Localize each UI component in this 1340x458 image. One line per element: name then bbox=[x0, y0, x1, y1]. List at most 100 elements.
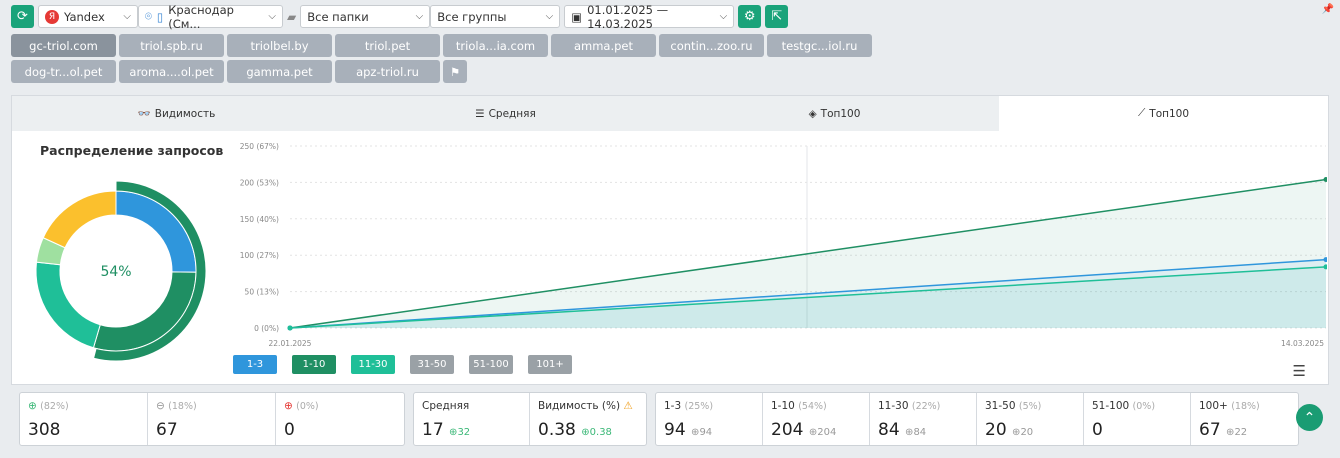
location-icon: ⌾ bbox=[145, 9, 152, 23]
tab-top100-dynamics[interactable]: ⟋ Топ100 bbox=[999, 96, 1328, 131]
x-tick-label: 22.01.2025 bbox=[269, 339, 312, 348]
site-tag[interactable]: apz-triol.ru bbox=[335, 60, 440, 83]
warning-icon: ⚠ bbox=[623, 400, 633, 412]
site-tag[interactable]: aroma....ol.pet bbox=[119, 60, 224, 83]
stat-cell: 11-30 (22%) 84 ⊕84 bbox=[870, 393, 977, 445]
stat-delta: 94 bbox=[699, 427, 713, 438]
tabs: 👓 Видимость ☰ Средняя ◈ Топ100 ⟋ Топ100 bbox=[12, 96, 1328, 131]
site-tag[interactable]: triol.pet bbox=[335, 34, 440, 57]
layers-icon: ◈ bbox=[808, 107, 817, 120]
tab-label: Средняя bbox=[488, 107, 536, 120]
flag-button[interactable]: ⚑ bbox=[443, 60, 467, 83]
refresh-button[interactable]: ⟳ bbox=[11, 5, 34, 28]
stat-cell: 1-10 (54%) 204 ⊕204 bbox=[763, 393, 870, 445]
tab-average[interactable]: ☰ Средняя bbox=[341, 96, 670, 131]
chevron-down-icon: ⌵ bbox=[123, 11, 131, 22]
stat-label: Средняя bbox=[422, 400, 470, 412]
site-tag[interactable]: amma.pet bbox=[551, 34, 656, 57]
stat-cell: ⊖ (18%) 67 bbox=[148, 393, 276, 445]
legend-item-1-3[interactable]: 1-3 bbox=[233, 355, 277, 374]
stat-label: 11-30 bbox=[878, 400, 909, 412]
stat-cell: 31-50 (5%) 20 ⊕20 bbox=[977, 393, 1084, 445]
stat-pct: (82%) bbox=[40, 401, 69, 412]
site-tag[interactable]: triolbel.by bbox=[227, 34, 332, 57]
stat-pct: (0%) bbox=[296, 401, 319, 412]
chart-menu-icon[interactable]: ☰ bbox=[1293, 362, 1306, 380]
donut-chart: 54% bbox=[35, 180, 207, 362]
stat-cell: Видимость (%) ⚠ 0.38 ⊕0.38 bbox=[530, 393, 646, 445]
donut-segment-1-10[interactable] bbox=[92, 271, 197, 352]
tab-visibility[interactable]: 👓 Видимость bbox=[12, 96, 341, 131]
tab-label: Видимость bbox=[154, 107, 216, 120]
site-tag[interactable]: dog-tr...ol.pet bbox=[11, 60, 116, 83]
site-tag[interactable]: triola...ia.com bbox=[443, 34, 548, 57]
stat-label: 100+ bbox=[1199, 400, 1228, 412]
groups-select[interactable]: Все группы ⌵ bbox=[430, 5, 561, 28]
legend-item-101+[interactable]: 101+ bbox=[528, 355, 572, 374]
y-tick-label: 200 (53%) bbox=[240, 178, 279, 187]
pin-icon[interactable]: 📌 bbox=[1322, 4, 1334, 15]
status-group: ⊕ (82%) 308 ⊖ (18%) 67 ⊕ (0%) 0 bbox=[19, 392, 405, 446]
stat-delta: 0.38 bbox=[589, 427, 612, 438]
toolbar: ⟳ Я Yandex ⌵ ⌾ ▯ Краснодар (См... ⌵ ▰ Все пап… bbox=[11, 2, 789, 31]
date-range-value: 01.01.2025 — 14.03.2025 bbox=[587, 2, 669, 31]
stat-delta: 20 bbox=[1020, 427, 1034, 438]
down-circle-icon: ⊕ bbox=[284, 400, 293, 412]
stat-value: 0 bbox=[1092, 420, 1103, 440]
engine-value: Yandex bbox=[64, 9, 105, 24]
delta-up-icon: ⊕ bbox=[581, 427, 590, 438]
stat-pct: (25%) bbox=[684, 401, 714, 412]
mobile-icon: ▯ bbox=[156, 9, 164, 24]
stat-label: Видимость (%) bbox=[538, 400, 621, 412]
region-select[interactable]: ⌾ ▯ Краснодар (См... ⌵ bbox=[138, 2, 283, 31]
legend-item-51-100[interactable]: 51-100 bbox=[469, 355, 513, 374]
y-tick-label: 150 (40%) bbox=[240, 215, 279, 224]
settings-button[interactable]: ⚙ bbox=[738, 5, 762, 28]
scroll-top-button[interactable]: ⌃ bbox=[1296, 404, 1323, 431]
chevron-down-icon: ⌵ bbox=[545, 11, 554, 22]
donut-segment-11-30[interactable] bbox=[35, 261, 101, 349]
folders-value: Все папки bbox=[307, 9, 369, 24]
site-tag[interactable]: gamma.pet bbox=[227, 60, 332, 83]
tab-top100[interactable]: ◈ Топ100 bbox=[670, 96, 999, 131]
legend-item-31-50[interactable]: 31-50 bbox=[410, 355, 454, 374]
line-chart: 0 (0%) 50 (13%) 100 (27%) 150 (40%) 200 (53%… bbox=[240, 142, 1327, 348]
stat-delta: 84 bbox=[913, 427, 927, 438]
minus-circle-icon: ⊖ bbox=[156, 400, 165, 412]
donut-segment-1-3[interactable] bbox=[115, 190, 197, 273]
chevron-down-icon: ⌵ bbox=[719, 11, 728, 22]
stat-value: 67 bbox=[156, 420, 178, 440]
legend-item-1-10[interactable]: 1-10 bbox=[292, 355, 336, 374]
donut-center-label: 54% bbox=[100, 264, 131, 280]
stat-cell: Средняя 17 ⊕32 bbox=[414, 393, 530, 445]
export-icon: ⇱ bbox=[771, 9, 783, 24]
stat-label: 1-10 bbox=[771, 400, 795, 412]
stat-value: 67 bbox=[1199, 420, 1221, 440]
stat-delta: 22 bbox=[1234, 427, 1248, 438]
refresh-icon: ⟳ bbox=[17, 9, 28, 24]
tab-label: Топ100 bbox=[820, 107, 861, 120]
site-tag[interactable]: contin...zoo.ru bbox=[659, 34, 764, 57]
export-button[interactable]: ⇱ bbox=[765, 5, 789, 28]
site-tags: gc-triol.com triol.spb.ru triolbel.by tr… bbox=[11, 34, 881, 83]
y-tick-label: 50 (13%) bbox=[245, 288, 280, 297]
stat-pct: (54%) bbox=[798, 401, 827, 412]
site-tag[interactable]: triol.spb.ru bbox=[119, 34, 224, 57]
delta-icon: ⊕ bbox=[808, 427, 818, 438]
y-tick-label: 250 (67%) bbox=[240, 142, 279, 151]
region-value: Краснодар (См... bbox=[168, 2, 234, 31]
stat-value: 204 bbox=[771, 420, 804, 440]
engine-select[interactable]: Я Yandex ⌵ bbox=[38, 5, 138, 28]
stat-pct: (22%) bbox=[911, 401, 941, 412]
stat-delta: 204 bbox=[817, 427, 837, 438]
stat-pct: (0%) bbox=[1132, 401, 1156, 412]
date-range-select[interactable]: ▣ 01.01.2025 — 14.03.2025 ⌵ bbox=[564, 2, 735, 31]
data-point-11-30[interactable] bbox=[287, 325, 293, 331]
metrics-group: Средняя 17 ⊕32 Видимость (%) ⚠ 0.38 ⊕0.38 bbox=[413, 392, 647, 446]
donut-segment-100+[interactable] bbox=[42, 190, 117, 249]
site-tag[interactable]: gc-triol.com bbox=[11, 34, 116, 57]
folders-select[interactable]: Все папки ⌵ bbox=[300, 5, 431, 28]
legend-item-11-30[interactable]: 11-30 bbox=[351, 355, 395, 374]
yandex-icon: Я bbox=[45, 9, 59, 24]
site-tag[interactable]: testgc...iol.ru bbox=[767, 34, 872, 57]
